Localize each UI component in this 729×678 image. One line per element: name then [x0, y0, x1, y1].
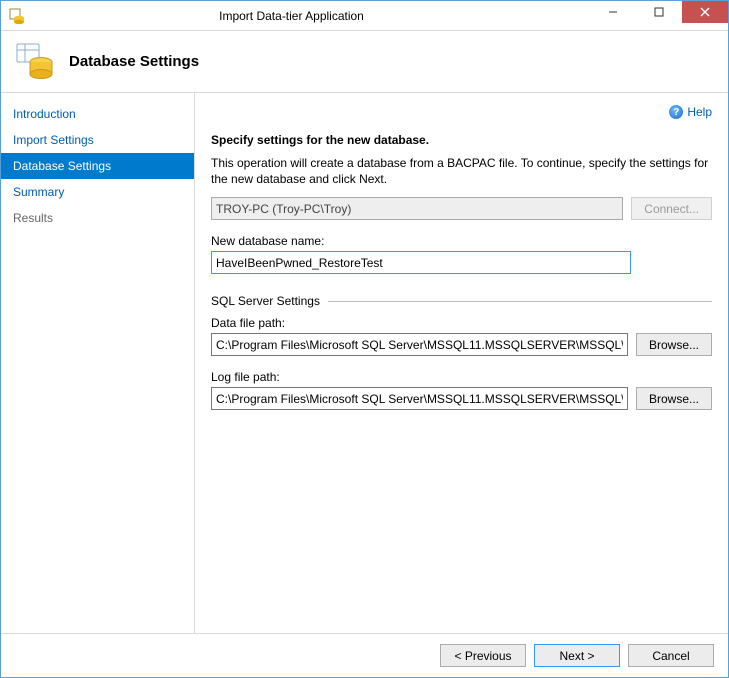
- help-icon: ?: [669, 105, 683, 119]
- minimize-button[interactable]: [590, 1, 636, 23]
- wizard-footer: < Previous Next > Cancel: [1, 633, 728, 677]
- sidebar-item-database-settings[interactable]: Database Settings: [1, 153, 194, 179]
- page-header: Database Settings: [1, 31, 728, 93]
- sidebar-item-results: Results: [1, 205, 194, 231]
- window-title: Import Data-tier Application: [0, 9, 590, 23]
- log-path-input[interactable]: [211, 387, 628, 410]
- sidebar-item-summary[interactable]: Summary: [1, 179, 194, 205]
- data-path-label: Data file path:: [211, 316, 712, 330]
- help-label: Help: [687, 105, 712, 119]
- database-icon: [15, 42, 55, 82]
- db-name-input[interactable]: [211, 251, 631, 274]
- cancel-button[interactable]: Cancel: [628, 644, 714, 667]
- content-area: Introduction Import Settings Database Se…: [1, 93, 728, 633]
- log-path-label: Log file path:: [211, 370, 712, 384]
- sidebar-item-introduction[interactable]: Introduction: [1, 101, 194, 127]
- browse-data-button[interactable]: Browse...: [636, 333, 712, 356]
- section-description: This operation will create a database fr…: [211, 155, 712, 187]
- next-button[interactable]: Next >: [534, 644, 620, 667]
- main-panel: ? Help Specify settings for the new data…: [195, 93, 728, 633]
- server-field: [211, 197, 623, 220]
- db-name-label: New database name:: [211, 234, 712, 248]
- browse-log-button[interactable]: Browse...: [636, 387, 712, 410]
- wizard-sidebar: Introduction Import Settings Database Se…: [1, 93, 195, 633]
- titlebar: Import Data-tier Application: [1, 1, 728, 31]
- group-divider: [328, 301, 712, 302]
- maximize-button[interactable]: [636, 1, 682, 23]
- sql-settings-group: SQL Server Settings: [211, 294, 712, 308]
- connect-button: Connect...: [631, 197, 712, 220]
- page-title: Database Settings: [69, 53, 199, 70]
- close-button[interactable]: [682, 1, 728, 23]
- previous-button[interactable]: < Previous: [440, 644, 526, 667]
- group-label: SQL Server Settings: [211, 294, 320, 308]
- section-heading: Specify settings for the new database.: [211, 133, 712, 147]
- window-controls: [590, 1, 728, 30]
- data-path-input[interactable]: [211, 333, 628, 356]
- sidebar-item-import-settings[interactable]: Import Settings: [1, 127, 194, 153]
- help-link[interactable]: ? Help: [669, 105, 712, 119]
